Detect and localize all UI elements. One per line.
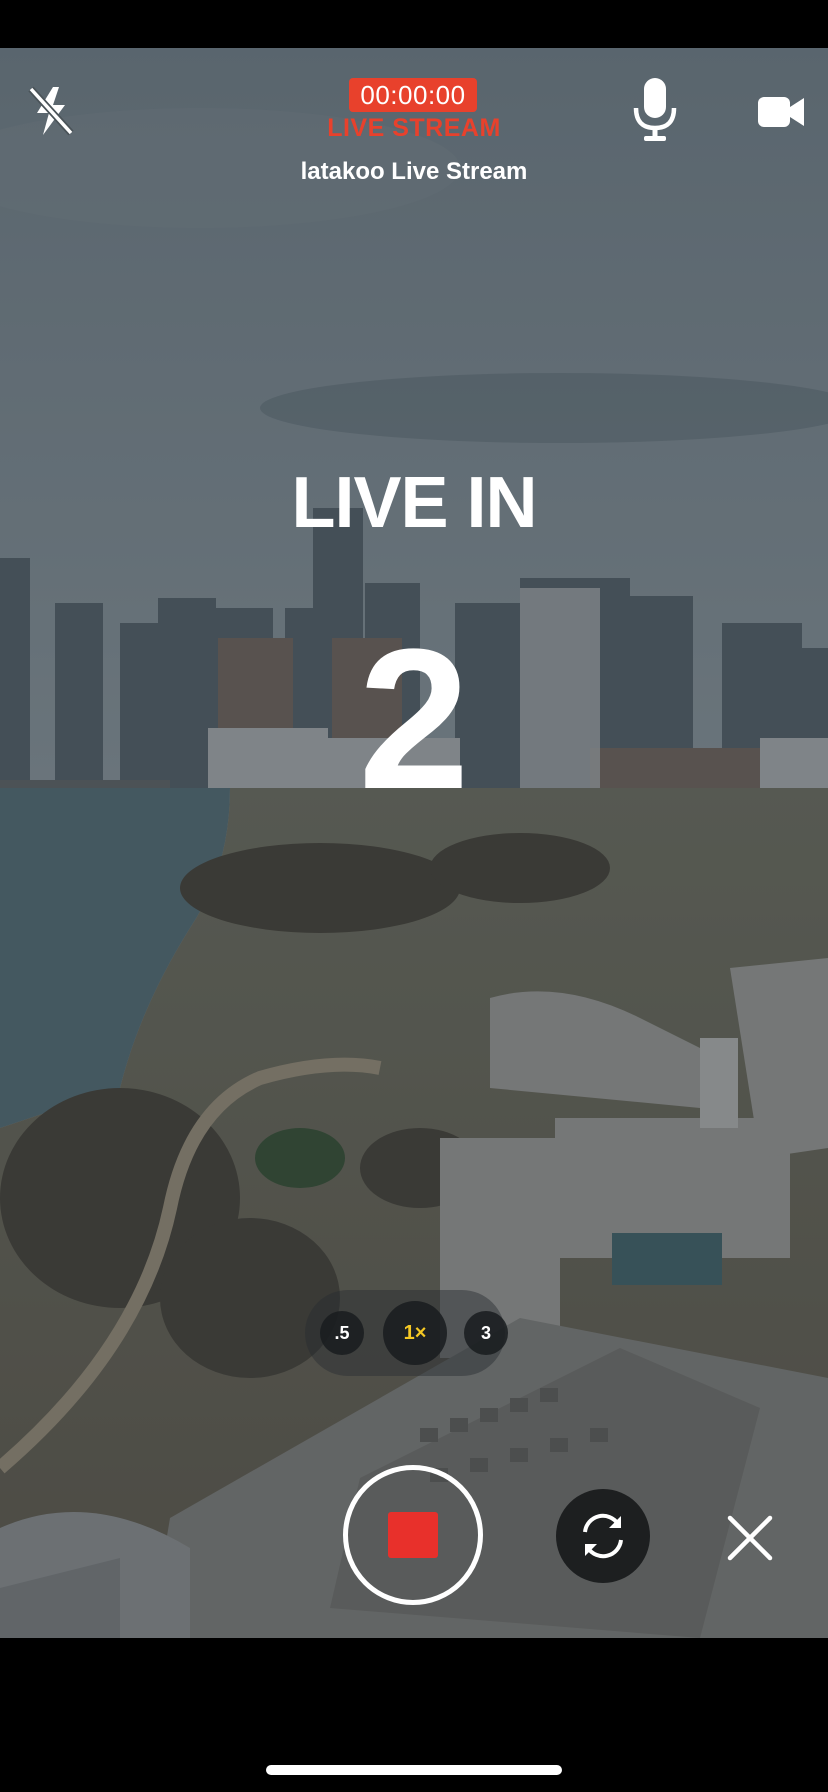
stream-timer: 00:00:00 (349, 78, 477, 112)
close-button[interactable] (720, 1508, 780, 1568)
microphone-button[interactable] (622, 76, 688, 146)
microphone-icon (633, 78, 677, 141)
countdown-dim-overlay (0, 48, 828, 1638)
stream-name: latakoo Live Stream (300, 158, 528, 185)
close-icon (727, 1515, 773, 1561)
camera-viewfinder (0, 48, 828, 1638)
video-camera-button[interactable] (750, 88, 814, 136)
countdown-number: 2 (358, 608, 470, 831)
live-stream-label: LIVE STREAM (327, 114, 501, 142)
zoom-option-1x[interactable]: 1× (383, 1301, 447, 1365)
switch-camera-icon (583, 1513, 623, 1559)
home-indicator[interactable] (266, 1765, 562, 1775)
countdown-title: LIVE IN (291, 463, 537, 543)
zoom-option-0-5[interactable]: .5 (320, 1311, 364, 1355)
video-camera-icon (758, 97, 804, 127)
record-stop-button[interactable] (343, 1465, 483, 1605)
switch-camera-button[interactable] (556, 1489, 650, 1583)
zoom-option-3[interactable]: 3 (464, 1311, 508, 1355)
stop-square-icon (388, 1512, 438, 1558)
status-bar (0, 0, 828, 48)
